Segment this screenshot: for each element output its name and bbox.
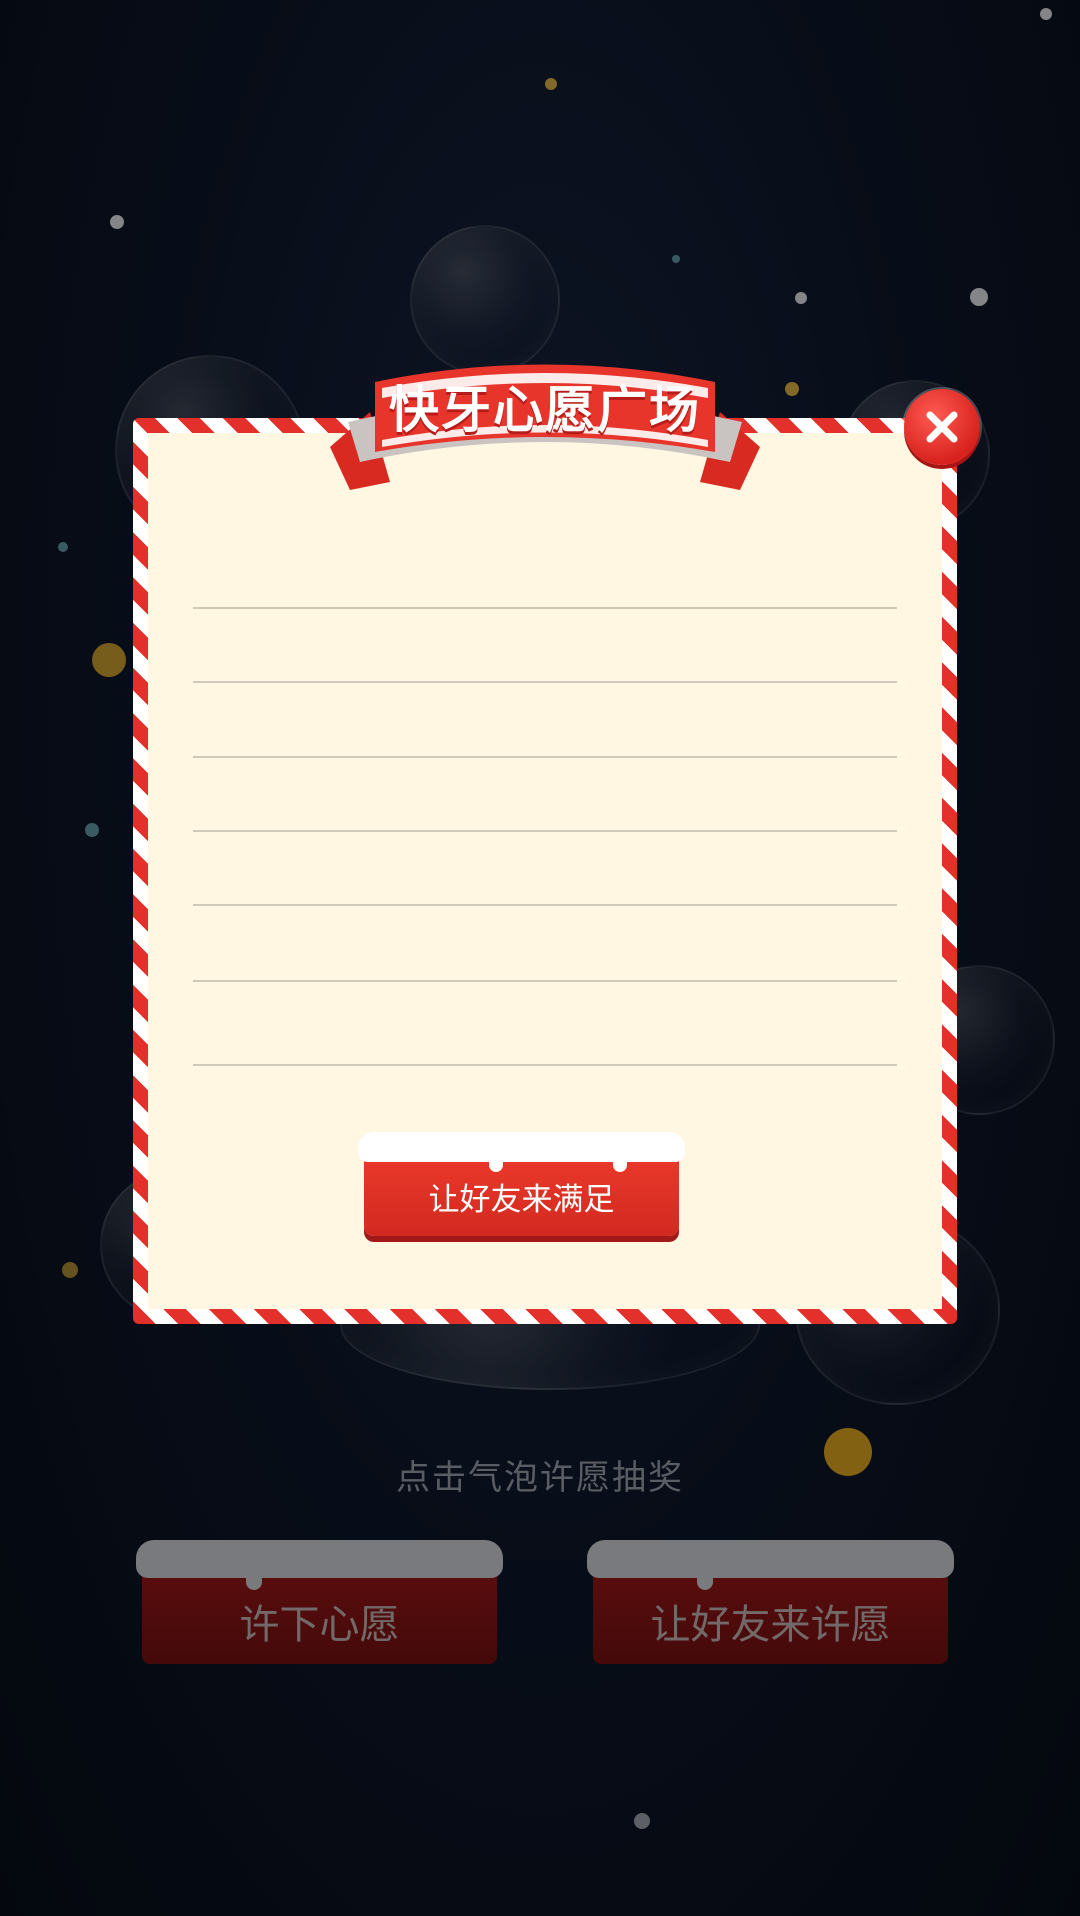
writing-line bbox=[193, 607, 897, 609]
wish-square-screen: 点击气泡许愿抽奖 许下心愿 让好友来许愿 快牙心愿广场 让好友来满足 bbox=[0, 0, 1080, 1916]
modal-title: 快牙心愿广场 bbox=[389, 381, 701, 439]
writing-line bbox=[193, 904, 897, 906]
writing-line bbox=[193, 681, 897, 683]
friend-satisfy-button[interactable]: 让好友来满足 bbox=[358, 1132, 685, 1236]
close-icon bbox=[926, 411, 958, 443]
writing-line bbox=[193, 756, 897, 758]
writing-line bbox=[193, 1064, 897, 1066]
writing-line bbox=[193, 980, 897, 982]
writing-line bbox=[193, 830, 897, 832]
close-button[interactable] bbox=[904, 389, 980, 465]
snow-cap bbox=[358, 1132, 685, 1172]
friend-satisfy-label: 让好友来满足 bbox=[428, 1181, 615, 1218]
title-ribbon: 快牙心愿广场 bbox=[330, 352, 760, 492]
